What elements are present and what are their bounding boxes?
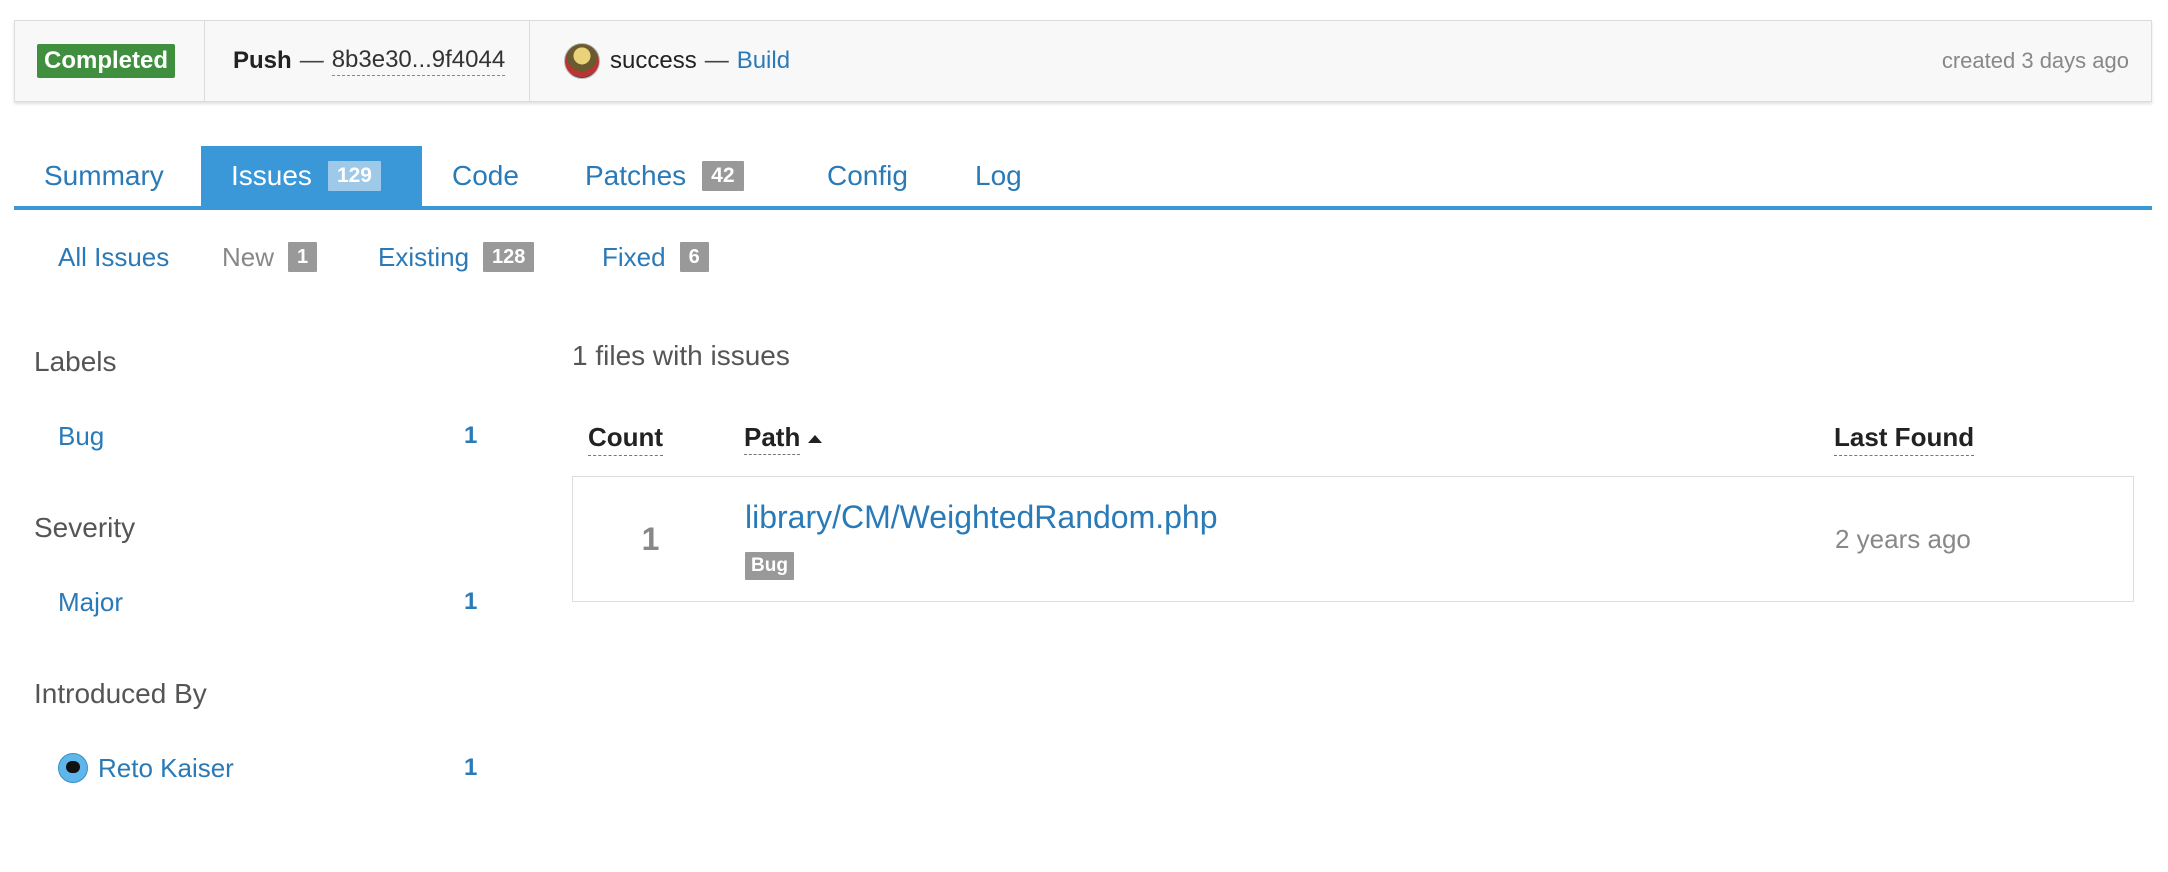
issue-filters: All Issues New 1 Existing 128 Fixed 6: [0, 235, 800, 279]
sidebar-item-reto-kaiser[interactable]: Reto Kaiser 1: [58, 748, 478, 788]
tab-code[interactable]: Code: [422, 146, 555, 206]
push-label: Push: [233, 47, 292, 74]
tab-label: Config: [827, 160, 908, 191]
column-count[interactable]: Count: [588, 422, 664, 456]
tab-label: Summary: [44, 160, 164, 191]
sidebar-item-count: 1: [464, 754, 478, 781]
build-cell: success — Build: [530, 21, 1130, 101]
tab-issues[interactable]: Issues 129: [201, 146, 422, 206]
tab-bar: Summary Issues 129 Code Patches 42 Confi…: [14, 146, 2152, 210]
tab-label: Patches: [585, 160, 687, 191]
tab-summary[interactable]: Summary: [14, 146, 201, 206]
filter-label: All Issues: [58, 241, 170, 272]
user-avatar-icon: [58, 753, 88, 783]
files-summary: 1 files with issues: [572, 340, 790, 371]
column-path[interactable]: Path: [744, 422, 823, 455]
filter-all-issues[interactable]: All Issues: [58, 235, 169, 279]
tab-patches[interactable]: Patches 42: [555, 146, 797, 206]
severity-heading: Severity: [34, 512, 136, 543]
tab-label: Log: [975, 160, 1022, 191]
count-badge: 128: [483, 242, 535, 272]
filter-label: Existing: [378, 241, 470, 272]
column-last-found[interactable]: Last Found: [1834, 422, 1975, 456]
issue-label-badge: Bug: [745, 552, 794, 580]
table-row: 1 library/CM/WeightedRandom.php Bug 2 ye…: [572, 476, 2134, 602]
count-badge: 1: [288, 242, 318, 272]
labels-heading: Labels: [34, 346, 117, 377]
table-header: Count Path Last Found: [572, 422, 2134, 462]
tab-log[interactable]: Log: [945, 146, 1065, 206]
tab-label: Issues: [231, 160, 312, 191]
path-cell: library/CM/WeightedRandom.php Bug: [745, 499, 1218, 580]
build-header: Completed Push — 8b3e30...9f4044 success…: [14, 20, 2152, 102]
push-cell: Push — 8b3e30...9f4044: [205, 21, 530, 101]
build-status: success: [610, 47, 697, 74]
sort-ascending-icon: [808, 434, 823, 443]
column-path-label: Path: [744, 422, 801, 455]
file-link[interactable]: library/CM/WeightedRandom.php: [745, 499, 1218, 535]
tab-label: Code: [452, 160, 519, 191]
build-link[interactable]: Build: [737, 47, 790, 75]
sidebar-item-count: 1: [464, 588, 478, 615]
separator: —: [704, 47, 729, 74]
filter-label: Fixed: [602, 241, 666, 272]
tab-config[interactable]: Config: [797, 146, 945, 206]
sidebar-item-label: Bug: [58, 420, 105, 451]
separator: —: [299, 47, 324, 74]
build-avatar-icon: [564, 43, 600, 79]
status-cell: Completed: [15, 21, 205, 101]
last-found: 2 years ago: [1835, 523, 1971, 554]
sidebar-item-label: Reto Kaiser: [98, 752, 234, 783]
count-badge: 6: [679, 242, 709, 272]
count-badge: 129: [327, 161, 381, 191]
count-badge: 42: [702, 161, 744, 191]
sidebar-item-count: 1: [464, 422, 478, 449]
sidebar-item-major[interactable]: Major 1: [58, 582, 478, 622]
sidebar-item-label: Major: [58, 586, 124, 617]
created-time: created 3 days ago: [1941, 48, 2129, 73]
filter-label: New: [222, 241, 275, 272]
filter-new[interactable]: New 1: [222, 235, 318, 279]
issue-count: 1: [641, 520, 660, 557]
sidebar-item-bug[interactable]: Bug 1: [58, 416, 478, 456]
filter-existing[interactable]: Existing 128: [378, 235, 535, 279]
filter-fixed[interactable]: Fixed 6: [602, 235, 709, 279]
introduced-by-heading: Introduced By: [34, 678, 207, 709]
commit-range[interactable]: 8b3e30...9f4044: [331, 46, 506, 76]
status-badge: Completed: [37, 44, 176, 78]
